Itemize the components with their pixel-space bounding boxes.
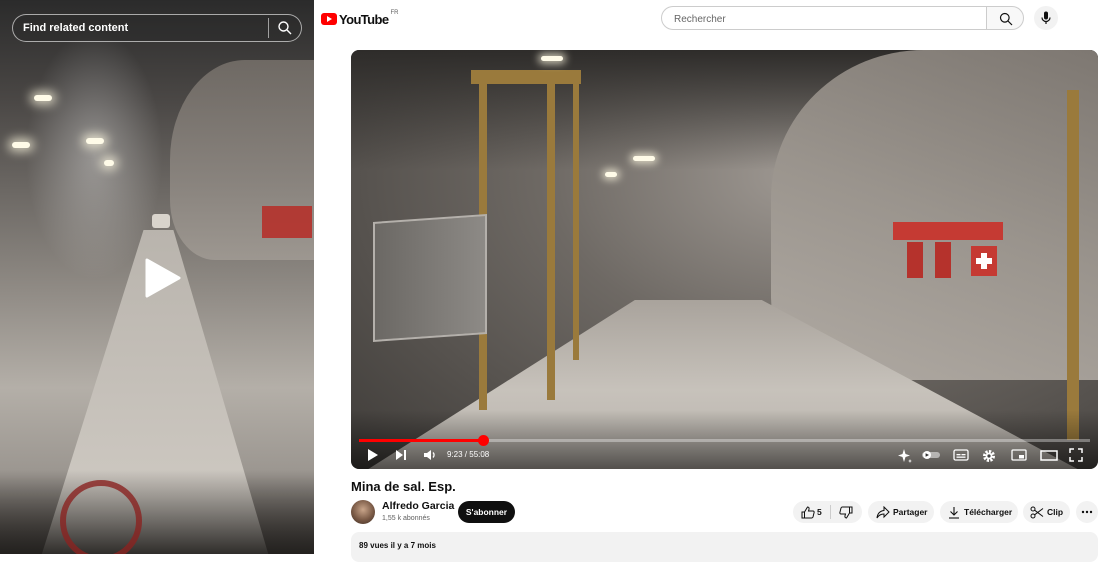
youtube-logo-text: YouTube xyxy=(339,11,389,27)
related-video-panel[interactable]: Find related content xyxy=(0,0,314,554)
youtube-logo[interactable]: YouTube FR xyxy=(321,10,398,28)
video-frame-scaffold xyxy=(573,80,579,360)
search-icon[interactable] xyxy=(277,20,293,36)
find-related-search[interactable]: Find related content xyxy=(12,14,302,42)
video-frame-red-box xyxy=(907,242,923,278)
miniplayer-button[interactable] xyxy=(1011,448,1027,464)
video-frame-lamp xyxy=(541,56,563,61)
miniplayer-icon xyxy=(1011,449,1027,461)
youtube-logo-icon xyxy=(321,13,337,25)
theater-mode-button[interactable] xyxy=(1040,448,1058,464)
share-button[interactable]: Partager xyxy=(868,501,934,523)
video-meta: 89 vues il y a 7 mois xyxy=(359,541,436,550)
like-count[interactable]: 5 xyxy=(817,507,822,517)
subtitles-icon xyxy=(953,449,969,461)
play-icon xyxy=(368,449,378,461)
voice-search-button[interactable] xyxy=(1034,6,1058,30)
avatar[interactable] xyxy=(351,500,375,524)
search-button[interactable] xyxy=(986,6,1024,30)
video-frame-lamp xyxy=(633,156,655,161)
video-frame-red-sign xyxy=(893,222,1003,240)
video-frame-scaffold xyxy=(547,80,555,400)
settings-gear-icon xyxy=(983,450,995,462)
subscriber-count: 1,55 k abonnés xyxy=(382,515,430,522)
video-frame-lamp xyxy=(12,142,30,148)
thumbs-up-icon[interactable] xyxy=(801,506,815,519)
find-related-label: Find related content xyxy=(23,22,129,34)
video-frame-lamp xyxy=(605,172,617,177)
video-frame-wheel xyxy=(60,480,142,554)
subtitles-button[interactable] xyxy=(953,448,969,464)
scissors-icon xyxy=(1030,506,1044,519)
volume-icon xyxy=(424,450,435,460)
autoplay-sparkle-button[interactable] xyxy=(897,448,913,464)
video-frame-signs xyxy=(262,206,312,238)
share-label: Partager xyxy=(893,507,928,517)
like-divider xyxy=(830,505,831,519)
settings-button[interactable] xyxy=(981,448,997,464)
volume-button[interactable] xyxy=(423,448,437,464)
search-field[interactable] xyxy=(661,6,986,30)
search-input[interactable] xyxy=(672,8,976,30)
search-icon xyxy=(999,12,1013,26)
video-frame-scaffold xyxy=(1067,90,1079,440)
next-button[interactable] xyxy=(395,448,407,464)
video-title: Mina de sal. Esp. xyxy=(351,479,456,494)
mic-icon xyxy=(1041,11,1051,24)
video-frame-first-aid-cross xyxy=(971,246,997,276)
share-icon xyxy=(876,506,890,519)
region-code: FR xyxy=(390,10,399,16)
subscribe-button[interactable]: S'abonner xyxy=(458,501,515,523)
autoplay-sparkle-icon xyxy=(898,449,912,463)
video-frame-sign-panel xyxy=(373,214,487,342)
next-icon xyxy=(396,450,406,460)
download-button[interactable]: Télécharger xyxy=(940,501,1018,523)
thumbs-down-icon[interactable] xyxy=(839,506,853,519)
fullscreen-icon xyxy=(1069,448,1083,462)
autoplay-toggle-icon xyxy=(922,451,940,459)
more-actions-button[interactable] xyxy=(1076,501,1098,523)
time-display: 9:23 / 55:08 xyxy=(447,450,490,459)
more-horizontal-icon xyxy=(1081,510,1093,514)
search-divider xyxy=(268,18,269,38)
description-box[interactable]: 89 vues il y a 7 mois xyxy=(351,532,1098,562)
fullscreen-button[interactable] xyxy=(1069,448,1083,464)
theater-icon xyxy=(1040,450,1058,461)
video-frame-scaffold xyxy=(471,70,581,84)
video-player[interactable]: 9:23 / 55:08 xyxy=(351,50,1098,469)
video-frame-lamp xyxy=(86,138,104,144)
clip-button[interactable]: Clip xyxy=(1023,501,1070,523)
play-button[interactable] xyxy=(367,448,379,464)
video-frame-dashboard xyxy=(0,470,314,554)
video-frame-lamp xyxy=(34,95,52,101)
clip-label: Clip xyxy=(1047,507,1064,517)
video-frame-wall xyxy=(771,50,1098,380)
download-label: Télécharger xyxy=(964,507,1013,517)
progress-fill xyxy=(359,439,484,442)
video-frame-red-box xyxy=(935,242,951,278)
download-icon xyxy=(949,507,959,519)
video-frame-lamp xyxy=(104,160,114,166)
like-dislike-group: 5 xyxy=(793,501,862,523)
progress-bar[interactable] xyxy=(359,435,1090,446)
play-icon[interactable] xyxy=(143,258,183,298)
autoplay-toggle[interactable] xyxy=(921,448,941,464)
video-frame-car xyxy=(152,214,170,228)
channel-name[interactable]: Alfredo Garcia xyxy=(382,500,454,512)
